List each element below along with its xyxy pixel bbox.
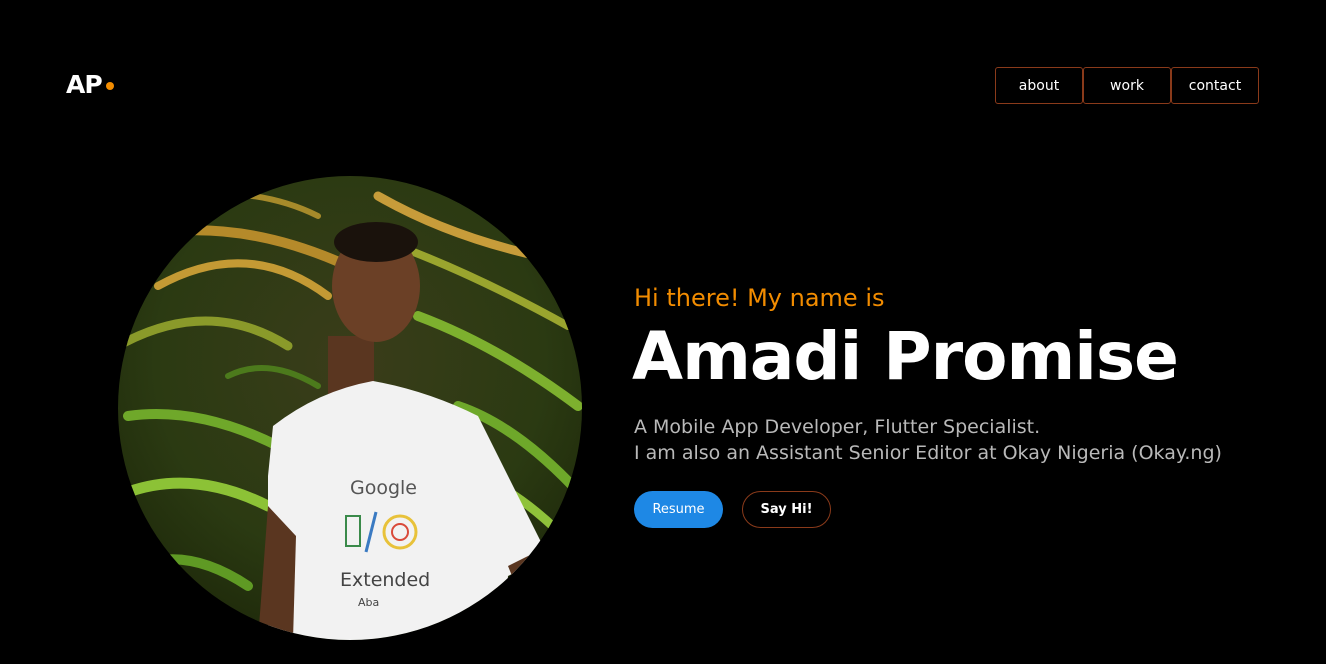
resume-button[interactable]: Resume [634,491,723,528]
shirt-text-aba: Aba [358,596,379,609]
hero-greeting: Hi there! My name is [634,284,885,312]
shirt-text-extended: Extended [340,569,430,591]
logo[interactable]: AP [66,70,114,99]
page: AP about work contact Google Extended Ab… [0,0,1326,664]
hero-description-line-2: I am also an Assistant Senior Editor at … [634,442,1222,464]
nav-contact-button[interactable]: contact [1171,67,1259,104]
profile-photo: Google Extended Aba [118,176,582,640]
hero-name: Amadi Promise [632,318,1179,395]
main-nav: about work contact [995,67,1259,104]
nav-work-button[interactable]: work [1083,67,1171,104]
nav-about-button[interactable]: about [995,67,1083,104]
hero-actions: Resume Say Hi! [634,491,831,528]
say-hi-button[interactable]: Say Hi! [742,491,831,528]
hero-description-line-1: A Mobile App Developer, Flutter Speciali… [634,416,1041,438]
shirt-text-google: Google [350,477,417,499]
logo-dot-icon [105,81,114,90]
hero-description: A Mobile App Developer, Flutter Speciali… [634,414,1222,466]
logo-text: AP [66,70,103,99]
